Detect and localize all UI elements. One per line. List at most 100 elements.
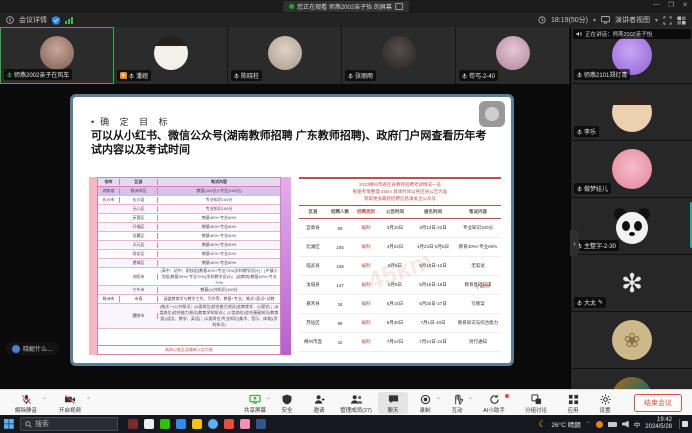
battery-icon[interactable] [608, 422, 617, 427]
mic-caret-icon[interactable]: ⌃ [42, 397, 47, 404]
table-row: 望城区 教基40%+专业60% [98, 259, 280, 268]
fullscreen-icon[interactable] [663, 16, 672, 25]
name-chip: 做梦娃儿 [574, 183, 611, 194]
participant-name: 师燕2002亲子在风车 [14, 70, 69, 79]
volume-icon[interactable] [622, 421, 629, 428]
folder-app-icon[interactable] [192, 419, 202, 429]
video-tile[interactable]: 陈晓柱 [228, 27, 342, 84]
taskbar-clock[interactable]: 19:42 2024/5/28 [645, 417, 672, 431]
weather-text[interactable]: 26°C 晴朗 [551, 419, 580, 429]
video-tile[interactable]: 苟丐-2-40 [456, 27, 570, 84]
mic-icon [462, 73, 467, 79]
meeting-timer[interactable]: 18:19(50分) [551, 15, 588, 25]
start-video-button[interactable]: 开启视频 ⌃ [50, 392, 90, 414]
video-tile[interactable]: ✻ 大太 ✎ [571, 255, 692, 312]
taskbar-app-icon[interactable] [240, 419, 250, 429]
screen-share-notification: 您正在观看 师燕2002亲子怡 的屏幕 [283, 1, 409, 12]
chat-avatar [12, 345, 20, 353]
speaking-banner-text: 正在讲话：师燕2002亲子怡 [585, 30, 652, 38]
participant-name: 主整字-2-30 [584, 241, 616, 250]
mic-icon [577, 186, 582, 192]
table-row: 长沙市 长沙县 专业知识100分 [98, 196, 280, 205]
action-center-button[interactable] [679, 419, 690, 429]
table-row: 郴州市直 42 编制 7月14日 7月14日-24日 另行通知 [299, 333, 501, 352]
timer-caret-icon[interactable]: ▾ [593, 17, 596, 24]
tray-app-icon[interactable] [596, 421, 603, 428]
breakout-rooms-button[interactable]: 分组讨论 [516, 392, 556, 414]
table-row: 临武县 108 编制 5月5日 5月10日-12日 无笔试 [299, 257, 501, 276]
floating-cam-placeholder[interactable] [479, 101, 505, 127]
chat-overlay-bubble[interactable]: 晓妮什么… [6, 342, 59, 355]
manage-members-button[interactable]: 管理成员(27) [336, 392, 376, 414]
mic-icon [577, 129, 582, 135]
maximize-button[interactable]: ❐ [668, 1, 674, 9]
table-row: 浏阳市 (高中、初中、职校组)教基30%+专业70%(学科教学设计)；(乡镇小学… [98, 268, 280, 286]
raise-hand-icon [452, 394, 463, 405]
name-chip: 师燕2002亲子在风车 [4, 69, 72, 80]
avatar [154, 36, 188, 70]
layout-grid-icon[interactable] [677, 16, 686, 25]
interact-button[interactable]: 互动 ⌃ [442, 392, 472, 414]
taskbar-app-icon[interactable] [256, 419, 266, 429]
end-meeting-button[interactable]: 结束会议 [634, 394, 682, 412]
apps-button[interactable]: 应用 [558, 392, 588, 414]
name-chip: 李乐 [574, 126, 599, 137]
minimize-button[interactable]: — [653, 1, 660, 9]
close-button[interactable]: ✕ [682, 1, 688, 9]
video-tile[interactable]: 张丽雨 [342, 27, 456, 84]
video-tile[interactable]: 做梦娃儿 [571, 141, 692, 198]
chat-button[interactable]: 聊天 [378, 392, 408, 414]
taskbar-app-icon[interactable] [128, 419, 138, 429]
view-caret-icon[interactable]: ▾ [655, 17, 658, 24]
breakout-icon [531, 394, 542, 405]
wechat-app-icon[interactable] [160, 419, 170, 429]
recruitment-table: 45km 2023郴州市各区县教师招聘考试情况一览 根据考情整理 45km 具体… [299, 177, 501, 355]
record-caret-icon[interactable]: ⌃ [436, 397, 441, 404]
tray-expand-icon[interactable]: ⌃ [586, 421, 591, 428]
table-row: 雨花区 教基40%+专业60% [98, 250, 280, 259]
share-screen-mini-icon[interactable] [395, 3, 403, 10]
name-chip: 主整字-2-30 [574, 240, 619, 251]
security-button[interactable]: 安全 [272, 392, 302, 414]
video-tile[interactable]: 师燕2002亲子在风车 [0, 27, 114, 84]
share-caret-icon[interactable]: ⌃ [266, 397, 271, 404]
ime-indicator[interactable]: 中 [634, 419, 641, 429]
video-tile[interactable]: 主整字-2-30 [571, 198, 692, 255]
time-text: 19:42 [657, 417, 672, 424]
search-icon [25, 421, 32, 428]
invite-button[interactable]: 邀请 [304, 392, 334, 414]
view-mode-button[interactable]: 演讲者视图 [615, 15, 650, 25]
meeting-detail-button[interactable]: 会议详情 [19, 15, 47, 25]
avatar [268, 36, 302, 70]
sidebar-collapse-button[interactable]: › [570, 230, 579, 256]
camera-caret-icon[interactable]: ⌃ [86, 397, 91, 404]
table-row: 天元区 教基40%+专业60% [98, 241, 280, 250]
mic-icon [7, 72, 12, 78]
left-table-note: 具体以各区县最新公告为准 [98, 345, 280, 354]
video-tile[interactable]: 李乐 [571, 84, 692, 141]
taskbar-app-icon[interactable] [224, 419, 234, 429]
shield-protect-icon[interactable] [52, 16, 60, 25]
mic-icon [577, 300, 582, 306]
shared-screen-area: 确 定 目 标 可以从小红书、微信公众号(湖南教师招聘 广东教师招聘)、政府门户… [0, 84, 570, 389]
settings-button[interactable]: 设置 [590, 392, 620, 414]
taskbar-search-input[interactable]: 搜索 [20, 417, 118, 431]
avatar [40, 36, 74, 70]
taskbar-app-icon[interactable] [176, 419, 186, 429]
unmute-button[interactable]: 解除静音 ⌃ [6, 392, 46, 414]
right-table-rows: 宜章县 59 编制 3月10日 3月13日-22日 专业知识100分 北湖区 1… [299, 219, 501, 352]
record-button[interactable]: 录制 ⌃ [410, 392, 440, 414]
ai-assistant-button[interactable]: AI小助手 [474, 392, 514, 414]
browser-app-icon[interactable] [208, 419, 218, 429]
table-row: 宜章县 59 编制 3月10日 3月13日-22日 专业知识100分 [299, 219, 501, 238]
start-button[interactable] [0, 415, 18, 433]
video-tile[interactable]: ★ 潘婠 [114, 27, 228, 84]
avatar [382, 36, 416, 70]
pink-strip [89, 177, 97, 355]
share-screen-button[interactable]: 共享屏幕 ⌃ [240, 392, 270, 414]
meeting-window: 您正在观看 师燕2002亲子怡 的屏幕 — ❐ ✕ 会议详情 18:19(50分… [0, 0, 692, 433]
taskbar-app-icon[interactable] [144, 419, 154, 429]
interact-caret-icon[interactable]: ⌃ [468, 397, 473, 404]
video-tile[interactable]: ❀ [571, 312, 692, 369]
taskbar-apps [128, 419, 266, 429]
